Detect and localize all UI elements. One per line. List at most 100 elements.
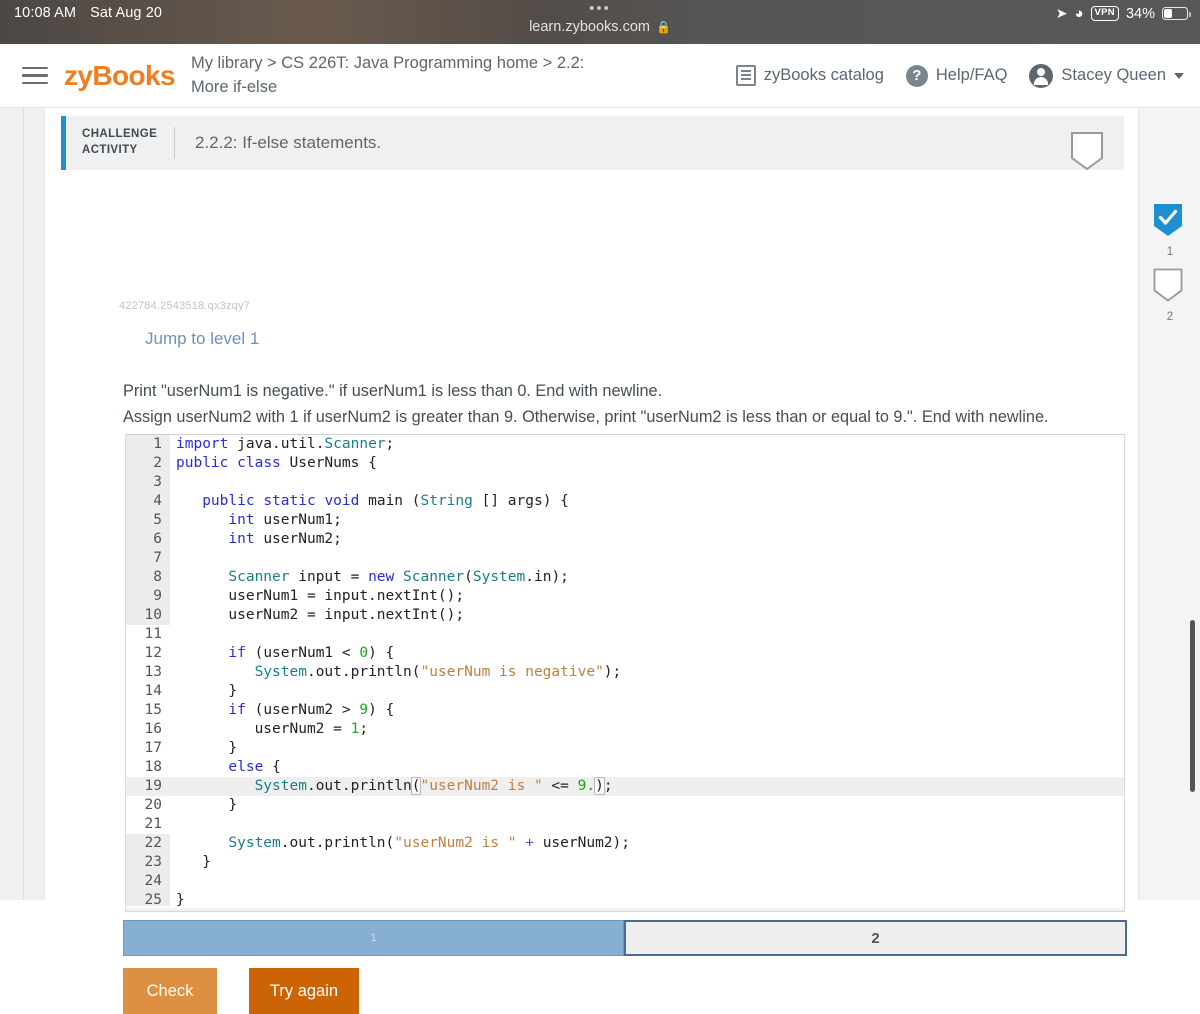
activity-id-code: 422784.2543518.qx3zqy7 [119, 300, 251, 312]
code-line[interactable]: 1 import java.util.Scanner; [126, 435, 1124, 454]
kicker-line-2: ACTIVITY [82, 144, 138, 156]
instruction-line-1: Print "userNum1 is negative." if userNum… [123, 382, 663, 400]
code-text[interactable]: import java.util.Scanner; [170, 435, 1124, 454]
code-text[interactable]: else { [170, 758, 1124, 777]
code-line[interactable]: 12 if (userNum1 < 0) { [126, 644, 1124, 663]
code-text[interactable] [170, 815, 1124, 834]
progress-badge-1[interactable]: 1 [1153, 203, 1187, 258]
code-text[interactable]: userNum2 = input.nextInt(); [170, 606, 1124, 625]
code-editor[interactable]: 1 import java.util.Scanner; 2 public class … [125, 434, 1125, 912]
battery-percent: 34% [1125, 5, 1155, 22]
code-line[interactable]: 23 } [126, 853, 1124, 872]
code-text[interactable]: userNum1 = input.nextInt(); [170, 587, 1124, 606]
vpn-badge: VPN [1090, 6, 1119, 21]
level-tabs: 1 2 [123, 920, 1127, 956]
code-line[interactable]: 2 public class UserNums { [126, 454, 1124, 473]
activity-content-card: CHALLENGE ACTIVITY 2.2.2: If-else statem… [44, 108, 1139, 1014]
code-line[interactable]: 3 [126, 473, 1124, 492]
code-line[interactable]: 13 System.out.println("userNum is negati… [126, 663, 1124, 682]
url-text: learn.zybooks.com [529, 19, 650, 35]
try-again-button[interactable]: Try again [249, 968, 359, 1014]
code-line[interactable]: 21 [126, 815, 1124, 834]
line-number: 9 [126, 587, 170, 606]
code-line[interactable]: 4 public static void main (String [] arg… [126, 492, 1124, 511]
code-line[interactable]: 11 [126, 625, 1124, 644]
instruction-line-2: Assign userNum2 with 1 if userNum2 is gr… [123, 408, 1049, 426]
status-date: Sat Aug 20 [90, 5, 163, 21]
line-number: 4 [126, 492, 170, 511]
line-number: 2 [126, 454, 170, 473]
progress-badges: 1 2 [1146, 203, 1194, 323]
hamburger-menu-icon[interactable] [22, 66, 48, 85]
code-line[interactable]: 16 userNum2 = 1; [126, 720, 1124, 739]
code-line[interactable]: 10 userNum2 = input.nextInt(); [126, 606, 1124, 625]
code-line[interactable]: 6 int userNum2; [126, 530, 1124, 549]
code-text[interactable] [170, 473, 1124, 492]
url-display[interactable]: learn.zybooks.com 🔒 [529, 19, 671, 35]
check-button[interactable]: Check [123, 968, 217, 1014]
line-number: 15 [126, 701, 170, 720]
code-text[interactable]: int userNum2; [170, 530, 1124, 549]
code-line[interactable]: 7 [126, 549, 1124, 568]
code-line[interactable]: 5 int userNum1; [126, 511, 1124, 530]
line-number: 7 [126, 549, 170, 568]
progress-badge-2[interactable]: 2 [1153, 268, 1187, 323]
shield-outline-icon [1153, 268, 1187, 308]
challenge-activity-kicker: CHALLENGE ACTIVITY [66, 127, 174, 158]
code-text[interactable] [170, 872, 1124, 891]
zybooks-catalog-button[interactable]: zyBooks catalog [735, 65, 884, 86]
code-text[interactable]: System.out.println("userNum2 is " + user… [170, 834, 1124, 853]
status-time: 10:08 AM [14, 5, 77, 21]
kicker-line-1: CHALLENGE [82, 128, 158, 141]
code-line[interactable]: 20 } [126, 796, 1124, 815]
user-menu[interactable]: Stacey Queen [1029, 63, 1184, 88]
code-text[interactable] [170, 549, 1124, 568]
code-text[interactable]: public static void main (String [] args)… [170, 492, 1124, 511]
code-line[interactable]: 17 } [126, 739, 1124, 758]
code-line[interactable]: 19 System.out.println("userNum2 is " <= … [126, 777, 1124, 796]
code-text[interactable] [170, 625, 1124, 644]
code-line[interactable]: 14 } [126, 682, 1124, 701]
shield-outline-icon [1070, 131, 1104, 171]
code-text[interactable]: userNum2 = 1; [170, 720, 1124, 739]
code-text[interactable]: } [170, 739, 1124, 758]
code-text[interactable]: if (userNum2 > 9) { [170, 701, 1124, 720]
code-line[interactable]: 24 [126, 872, 1124, 891]
code-text[interactable]: Scanner input = new Scanner(System.in); [170, 568, 1124, 587]
battery-icon [1162, 7, 1191, 20]
code-line[interactable]: 9 userNum1 = input.nextInt(); [126, 587, 1124, 606]
code-text[interactable]: } [170, 853, 1124, 872]
activity-title: 2.2.2: If-else statements. [195, 133, 382, 152]
line-number: 12 [126, 644, 170, 663]
help-faq-button[interactable]: ? Help/FAQ [905, 64, 1007, 87]
code-text[interactable]: } [170, 682, 1124, 701]
chevron-down-icon [1174, 72, 1184, 79]
challenge-activity-header: CHALLENGE ACTIVITY 2.2.2: If-else statem… [61, 116, 1124, 171]
user-name: Stacey Queen [1061, 66, 1166, 84]
level-tab-2[interactable]: 2 [624, 920, 1127, 956]
code-line[interactable]: 18 else { [126, 758, 1124, 777]
code-text[interactable]: System.out.println("userNum2 is " <= 9.)… [170, 777, 1124, 796]
code-line[interactable]: 22 System.out.println("userNum2 is " + u… [126, 834, 1124, 853]
code-text[interactable]: } [170, 796, 1124, 815]
book-catalog-icon [735, 65, 756, 86]
page-scrollbar-thumb[interactable] [1190, 620, 1195, 792]
level-tab-1[interactable]: 1 [123, 920, 624, 956]
line-number: 3 [126, 473, 170, 492]
code-line[interactable]: 15 if (userNum2 > 9) { [126, 701, 1124, 720]
shield-check-icon [1153, 203, 1187, 243]
line-number: 8 [126, 568, 170, 587]
code-line[interactable]: 8 Scanner input = new Scanner(System.in)… [126, 568, 1124, 587]
editor-line-container[interactable]: 1 import java.util.Scanner; 2 public class … [126, 435, 1124, 910]
code-text[interactable]: public class UserNums { [170, 454, 1124, 473]
action-buttons: Check Try again [123, 968, 359, 1014]
zybooks-logo[interactable]: zyBooks [64, 60, 176, 92]
code-text[interactable]: if (userNum1 < 0) { [170, 644, 1124, 663]
line-number: 13 [126, 663, 170, 682]
line-number: 23 [126, 853, 170, 872]
code-text[interactable]: System.out.println("userNum is negative"… [170, 663, 1124, 682]
code-text[interactable]: int userNum1; [170, 511, 1124, 530]
location-arrow-icon: ➤ [1055, 5, 1068, 21]
breadcrumb[interactable]: My library > CS 226T: Java Programming h… [191, 52, 611, 100]
jump-to-level-link[interactable]: Jump to level 1 [145, 329, 259, 349]
